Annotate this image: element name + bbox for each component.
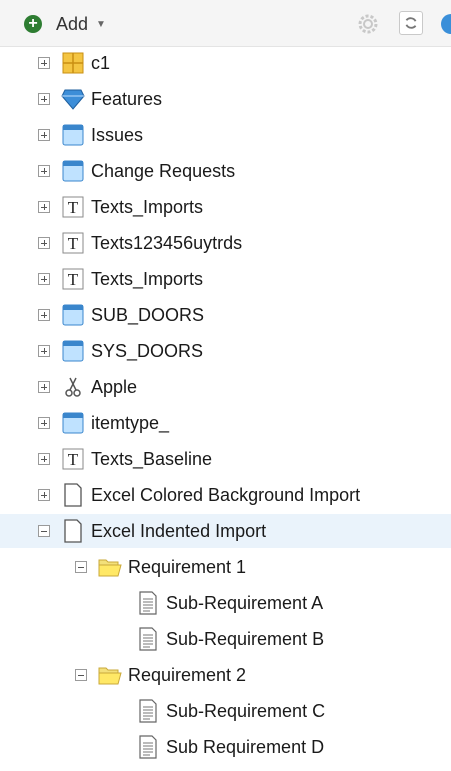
tree-node-label: SUB_DOORS [91, 304, 205, 325]
tree-node-label: Texts_Baseline [91, 448, 213, 469]
text-icon: T [61, 231, 85, 255]
window-icon [61, 411, 85, 435]
window-icon [61, 159, 85, 183]
add-label: Add [56, 13, 89, 34]
info-icon[interactable] [441, 14, 451, 34]
expand-icon[interactable] [38, 309, 50, 321]
tree-node-label: Excel Colored Background Import [91, 484, 361, 505]
tree-leaf-node[interactable]: Sub-Requirement B [113, 622, 324, 656]
tree-node-label: Apple [91, 376, 138, 397]
tree-node[interactable]: itemtype_ [38, 406, 169, 440]
tree-node[interactable]: SUB_DOORS [38, 298, 204, 332]
expand-icon[interactable] [38, 417, 50, 429]
tree-node-label: Texts_Imports [91, 268, 204, 289]
text-document-icon [136, 591, 160, 615]
expand-icon[interactable] [38, 165, 50, 177]
scissors-icon [61, 375, 85, 399]
tree-node-label: Sub Requirement D [166, 736, 325, 757]
tree-child-node[interactable]: Requirement 1 [75, 550, 246, 584]
toolbar: + Add ▼ [0, 0, 451, 47]
expand-icon[interactable] [38, 57, 50, 69]
tree-node-label: Requirement 1 [128, 556, 247, 577]
text-document-icon [136, 627, 160, 651]
expand-icon[interactable] [38, 237, 50, 249]
tree-node-label: Texts_Imports [91, 196, 204, 217]
expand-icon[interactable] [38, 93, 50, 105]
tree-node-label: Sub-Requirement B [166, 628, 325, 649]
tree-node-label: Issues [91, 124, 144, 145]
refresh-icon[interactable] [399, 11, 423, 35]
collapse-icon[interactable] [38, 525, 50, 537]
tree-child-node[interactable]: Requirement 2 [75, 658, 246, 692]
text-document-icon [136, 735, 160, 759]
document-icon [61, 483, 85, 507]
add-button[interactable]: + Add ▼ [24, 12, 106, 36]
tree-node-label: itemtype_ [91, 412, 170, 433]
tree-node[interactable]: Excel Colored Background Import [38, 478, 360, 512]
expand-icon[interactable] [38, 453, 50, 465]
text-icon: T [61, 267, 85, 291]
collapse-icon[interactable] [75, 669, 87, 681]
window-icon [61, 123, 85, 147]
caret-down-icon: ▼ [96, 18, 106, 30]
grid-icon [61, 51, 85, 75]
tree-node[interactable]: Issues [38, 118, 143, 152]
expand-icon[interactable] [38, 129, 50, 141]
tree-node-label: Features [91, 88, 163, 109]
tree-node[interactable]: Change Requests [38, 154, 235, 188]
expand-icon[interactable] [38, 489, 50, 501]
tree-node-label: Texts123456uytrds [91, 232, 243, 253]
tree-node[interactable]: SYS_DOORS [38, 334, 203, 368]
window-icon [61, 303, 85, 327]
tree-node[interactable]: Features [38, 82, 162, 116]
expand-icon[interactable] [38, 273, 50, 285]
expand-icon[interactable] [38, 201, 50, 213]
tree-node[interactable]: T Texts123456uytrds [38, 226, 242, 260]
window-icon [61, 339, 85, 363]
folder-open-icon [98, 663, 122, 687]
tree-node-label: Requirement 2 [128, 664, 247, 685]
tree-node-label: c1 [91, 52, 111, 73]
tree-node-label: Sub-Requirement A [166, 592, 324, 613]
tree-node-label: SYS_DOORS [91, 340, 204, 361]
text-icon: T [61, 447, 85, 471]
tree-node[interactable]: T Texts_Imports [38, 262, 203, 296]
tree-node[interactable]: c1 [38, 46, 110, 80]
tree-leaf-node[interactable]: Sub-Requirement C [113, 694, 325, 728]
svg-text:T: T [68, 450, 79, 469]
tree-node-label: Excel Indented Import [91, 520, 267, 541]
document-icon [61, 519, 85, 543]
tree-node[interactable]: Apple [38, 370, 137, 404]
tree-node[interactable]: Excel Indented Import [0, 514, 451, 548]
collapse-icon[interactable] [75, 561, 87, 573]
gear-icon[interactable] [357, 13, 379, 35]
diamond-icon [61, 87, 85, 111]
text-icon: T [61, 195, 85, 219]
expand-icon[interactable] [38, 345, 50, 357]
tree-leaf-node[interactable]: Sub Requirement D [113, 730, 324, 764]
svg-text:T: T [68, 234, 79, 253]
svg-text:T: T [68, 198, 79, 217]
tree-node-label: Sub-Requirement C [166, 700, 326, 721]
tree-node[interactable]: T Texts_Baseline [38, 442, 212, 476]
tree-node[interactable]: T Texts_Imports [38, 190, 203, 224]
tree-leaf-node[interactable]: Sub-Requirement A [113, 586, 323, 620]
svg-text:T: T [68, 270, 79, 289]
tree-node-label: Change Requests [91, 160, 236, 181]
expand-icon[interactable] [38, 381, 50, 393]
folder-open-icon [98, 555, 122, 579]
add-circle-icon: + [24, 15, 42, 33]
text-document-icon [136, 699, 160, 723]
